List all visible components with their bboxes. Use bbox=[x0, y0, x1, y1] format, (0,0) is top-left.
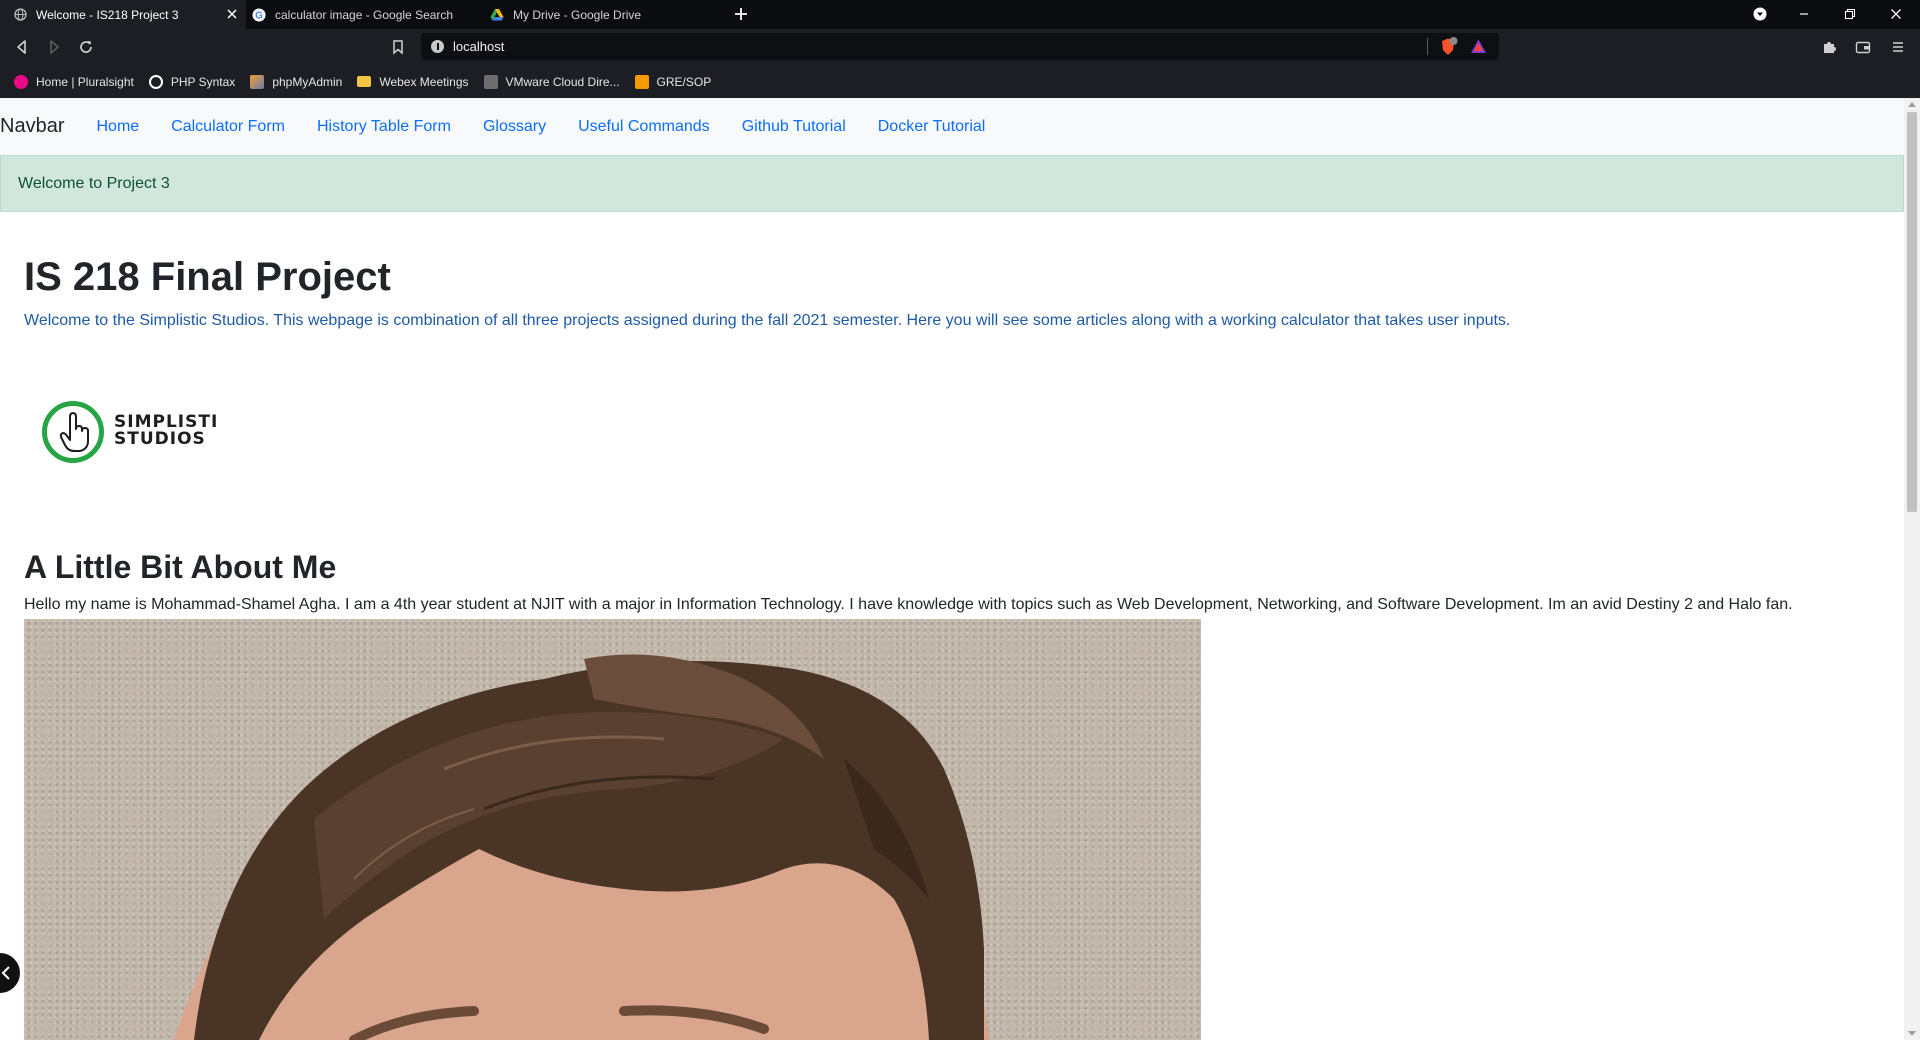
tab-google-search[interactable]: G calculator image - Google Search bbox=[247, 0, 483, 29]
profile-photo bbox=[24, 619, 1201, 1040]
bookmark-page-icon[interactable] bbox=[389, 38, 407, 56]
site-navbar: Navbar Home Calculator Form History Tabl… bbox=[0, 98, 1904, 155]
nav-link-calculator-form[interactable]: Calculator Form bbox=[171, 118, 285, 136]
portrait-illustration bbox=[174, 654, 989, 1040]
circle-icon bbox=[148, 74, 163, 89]
chevron-left-icon bbox=[1, 966, 10, 980]
intro-paragraph: Welcome to the Simplistic Studios. This … bbox=[24, 312, 1511, 329]
bookmark-label: phpMyAdmin bbox=[272, 74, 343, 89]
close-tab-icon[interactable] bbox=[226, 8, 238, 20]
simplistic-studios-logo: SIMPLISTI STUDIOS bbox=[40, 399, 230, 467]
pluralsight-icon bbox=[14, 74, 28, 89]
navbar-brand[interactable]: Navbar bbox=[0, 115, 64, 138]
scrollbar-thumb[interactable] bbox=[1907, 112, 1917, 512]
welcome-alert: Welcome to Project 3 bbox=[0, 155, 1904, 212]
bookmark-phpmyadmin[interactable]: phpMyAdmin bbox=[250, 74, 343, 89]
folder-icon bbox=[357, 76, 372, 87]
page-viewport: Navbar Home Calculator Form History Tabl… bbox=[0, 98, 1904, 1040]
bookmark-pluralsight[interactable]: Home | Pluralsight bbox=[14, 74, 134, 89]
scroll-up-arrow[interactable] bbox=[1908, 102, 1916, 107]
url-text[interactable]: localhost bbox=[453, 39, 504, 54]
bookmarks-bar: Home | Pluralsight PHP Syntax phpMyAdmin… bbox=[0, 65, 1920, 98]
scroll-down-arrow[interactable] bbox=[1908, 1031, 1916, 1036]
close-window-icon[interactable] bbox=[1889, 7, 1903, 21]
svg-text:G: G bbox=[255, 10, 263, 21]
logo-line-2: STUDIOS bbox=[114, 429, 206, 449]
about-paragraph: Hello my name is Mohammad-Shamel Agha. I… bbox=[24, 596, 1793, 613]
menu-icon[interactable] bbox=[1889, 38, 1907, 56]
address-bar[interactable]: localhost bbox=[421, 33, 1499, 60]
address-divider bbox=[1427, 38, 1428, 55]
alert-text: Welcome to Project 3 bbox=[18, 174, 170, 192]
about-heading: A Little Bit About Me bbox=[24, 549, 337, 585]
tab-title: My Drive - Google Drive bbox=[513, 7, 642, 22]
restore-icon[interactable] bbox=[1843, 7, 1857, 21]
page-scrollbar[interactable] bbox=[1904, 98, 1920, 1040]
bookmark-vmware[interactable]: VMware Cloud Dire... bbox=[483, 74, 620, 89]
minimize-icon[interactable] bbox=[1797, 7, 1811, 21]
nav-link-glossary[interactable]: Glossary bbox=[483, 118, 546, 136]
tab-welcome[interactable]: Welcome - IS218 Project 3 bbox=[0, 0, 246, 29]
bookmark-icon bbox=[634, 74, 649, 89]
wallet-icon[interactable] bbox=[1854, 38, 1872, 56]
new-tab-icon[interactable] bbox=[733, 6, 749, 22]
bookmark-php-syntax[interactable]: PHP Syntax bbox=[148, 74, 236, 89]
tab-title: Welcome - IS218 Project 3 bbox=[36, 7, 179, 22]
browser-toolbar: localhost bbox=[0, 29, 1920, 65]
nav-link-useful-commands[interactable]: Useful Commands bbox=[578, 118, 710, 136]
site-info-icon[interactable] bbox=[431, 40, 444, 53]
nav-link-home[interactable]: Home bbox=[96, 118, 139, 136]
nav-link-github-tutorial[interactable]: Github Tutorial bbox=[742, 118, 846, 136]
vmware-icon bbox=[483, 74, 498, 89]
page-title: IS 218 Final Project bbox=[24, 255, 391, 299]
extensions-icon[interactable] bbox=[1820, 38, 1838, 56]
brave-rewards-icon[interactable] bbox=[1470, 38, 1487, 55]
globe-icon bbox=[13, 8, 27, 22]
browser-tab-strip: Welcome - IS218 Project 3 G calculator i… bbox=[0, 0, 1920, 29]
google-drive-icon bbox=[490, 8, 504, 22]
back-icon[interactable] bbox=[13, 38, 31, 56]
phpmyadmin-icon bbox=[250, 74, 265, 89]
pointer-hand-icon bbox=[59, 412, 89, 452]
bookmark-webex-folder[interactable]: Webex Meetings bbox=[357, 74, 469, 89]
profile-icon[interactable] bbox=[1753, 7, 1767, 21]
bookmark-gre-sop[interactable]: GRE/SOP bbox=[634, 74, 712, 89]
bookmark-label: Home | Pluralsight bbox=[36, 74, 134, 89]
nav-link-docker-tutorial[interactable]: Docker Tutorial bbox=[878, 118, 986, 136]
reload-icon[interactable] bbox=[77, 38, 95, 56]
brave-shields-icon[interactable] bbox=[1438, 37, 1458, 57]
tab-title: calculator image - Google Search bbox=[275, 7, 454, 22]
bookmark-label: PHP Syntax bbox=[170, 74, 236, 89]
bookmark-label: Webex Meetings bbox=[379, 74, 469, 89]
tab-google-drive[interactable]: My Drive - Google Drive bbox=[484, 0, 720, 29]
nav-link-history-table-form[interactable]: History Table Form bbox=[317, 118, 451, 136]
forward-icon[interactable] bbox=[45, 38, 63, 56]
logo-wordmark: SIMPLISTI STUDIOS bbox=[114, 414, 218, 448]
google-icon: G bbox=[252, 8, 266, 22]
bookmark-label: VMware Cloud Dire... bbox=[505, 74, 620, 89]
bookmark-label: GRE/SOP bbox=[656, 74, 712, 89]
